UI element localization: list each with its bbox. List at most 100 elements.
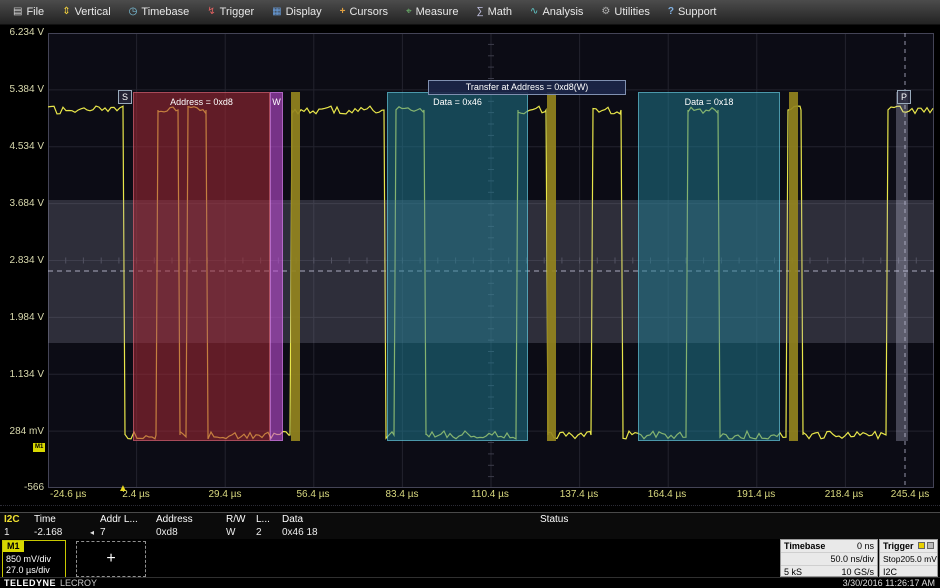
y-axis-label: 1.134 V: [0, 369, 44, 380]
x-axis-label: 83.4 µs: [385, 489, 418, 500]
x-axis-label: 29.4 µs: [208, 489, 241, 500]
timebase-panel[interactable]: Timebase 0 ns 50.0 ns/div 5 kS 10 GS/s: [780, 539, 878, 577]
col-len: L...: [252, 513, 278, 526]
y-axis-label: 284 mV: [0, 426, 44, 437]
decode-table: I2C Time Addr L... Address R/W L... Data…: [0, 512, 940, 539]
m1-vdiv: 850 mV/div: [6, 554, 51, 564]
decode-data1-label: Data = 0x46: [388, 97, 527, 107]
menu-measure-label: Measure: [416, 6, 459, 18]
menu-measure[interactable]: ⌖ Measure: [397, 3, 467, 21]
menu-trigger-label: Trigger: [220, 6, 254, 18]
y-axis-label: 4.534 V: [0, 141, 44, 152]
trigger-icons: [916, 540, 934, 552]
menu-analysis[interactable]: ∿ Analysis: [521, 3, 592, 21]
decode-address-label: Address = 0xd8: [134, 97, 269, 107]
menu-utilities[interactable]: ⚙ Utilities: [592, 3, 658, 21]
add-trace-button[interactable]: +: [76, 541, 146, 577]
decode-write-label: W: [271, 97, 282, 107]
decode-tooltip: Transfer at Address = 0xd8(W): [428, 80, 626, 95]
display-icon: ▦: [272, 7, 281, 17]
cell-data: 0x46 18: [278, 526, 536, 539]
decode-write-field[interactable]: W: [270, 92, 283, 441]
menu-file-label: File: [26, 6, 44, 18]
decode-address-field[interactable]: Address = 0xd8: [133, 92, 270, 441]
time-value: -2.168: [34, 526, 62, 539]
x-axis-label: 137.4 µs: [560, 489, 599, 500]
menu-timebase[interactable]: ◷ Timebase: [120, 3, 199, 21]
y-axis-label: 1.984 V: [0, 312, 44, 323]
timebase-scale: 50.0 ns/div: [830, 553, 874, 565]
cell-time: -2.168 ◂: [30, 526, 96, 539]
y-axis-label: -566: [0, 482, 44, 493]
menu-cursors[interactable]: + Cursors: [331, 3, 397, 21]
y-axis-label: 3.684 V: [0, 198, 44, 209]
decode-data1-field[interactable]: Data = 0x46: [387, 92, 528, 441]
cell-index: 1: [0, 526, 30, 539]
menu-support[interactable]: ? Support: [659, 3, 726, 21]
col-time: Time: [30, 513, 96, 526]
cursors-icon: +: [340, 7, 346, 17]
timebase-title: Timebase: [784, 540, 825, 552]
x-axis-label: 56.4 µs: [296, 489, 329, 500]
sort-marker-icon: ◂: [90, 526, 94, 539]
oscilloscope-app: ▤ File ⇕ Vertical ◷ Timebase ↯ Trigger ▦…: [0, 0, 940, 588]
menu-math-label: Math: [488, 6, 512, 18]
menu-cursors-label: Cursors: [349, 6, 388, 18]
measure-icon: ⌖: [406, 7, 412, 17]
timebase-scale-row: 50.0 ns/div: [781, 553, 877, 566]
col-status: Status: [536, 513, 940, 526]
stop-condition-marker: P: [897, 90, 911, 104]
m1-zero-marker[interactable]: M1: [33, 443, 45, 452]
plot-table-divider: [0, 505, 940, 506]
brand-lecroy: LECROY: [60, 578, 97, 588]
menu-timebase-label: Timebase: [141, 6, 189, 18]
utilities-icon: ⚙: [601, 7, 610, 17]
brand-teledyne: TELEDYNE: [4, 578, 56, 588]
menu-math[interactable]: ∑ Math: [467, 3, 521, 21]
y-axis-label: 5.384 V: [0, 84, 44, 95]
x-axis-label: 110.4 µs: [471, 489, 509, 500]
decode-data2-label: Data = 0x18: [639, 97, 779, 107]
x-axis-label: -24.6 µs: [50, 489, 86, 500]
menu-trigger[interactable]: ↯ Trigger: [198, 3, 263, 21]
menu-display[interactable]: ▦ Display: [263, 3, 331, 21]
menu-bar: ▤ File ⇕ Vertical ◷ Timebase ↯ Trigger ▦…: [0, 0, 940, 25]
timebase-title-row: Timebase 0 ns: [781, 540, 877, 553]
math-icon: ∑: [476, 7, 483, 17]
menu-vertical-label: Vertical: [75, 6, 111, 18]
decode-protocol-badge: I2C: [0, 513, 30, 526]
cell-status: [536, 526, 940, 539]
trigger-coupling-icon: [927, 542, 934, 549]
cell-addr-len: 7: [96, 526, 152, 539]
file-icon: ▤: [13, 7, 22, 17]
m1-trace-descriptor[interactable]: M1 850 mV/div 27.0 µs/div: [2, 540, 66, 578]
trigger-mode-row: Stop 205.0 mV: [880, 553, 937, 566]
cell-rw: W: [222, 526, 252, 539]
x-axis-label: 164.4 µs: [648, 489, 687, 500]
decode-ack-bar: [789, 92, 798, 441]
brand-logo: TELEDYNE LECROY: [4, 578, 97, 588]
menu-support-label: Support: [678, 6, 717, 18]
menu-file[interactable]: ▤ File: [4, 3, 53, 21]
menu-utilities-label: Utilities: [614, 6, 649, 18]
trigger-mode: Stop: [883, 553, 901, 565]
decode-data2-field[interactable]: Data = 0x18: [638, 92, 780, 441]
timebase-icon: ◷: [129, 7, 138, 17]
menu-display-label: Display: [286, 6, 322, 18]
trigger-icon: ↯: [207, 7, 215, 17]
x-axis-label: 191.4 µs: [737, 489, 776, 500]
table-row[interactable]: 1 -2.168 ◂ 7 0xd8 W 2 0x46 18: [0, 526, 940, 539]
menu-vertical[interactable]: ⇕ Vertical: [53, 3, 119, 21]
col-data: Data: [278, 513, 536, 526]
y-axis-label: 2.834 V: [0, 255, 44, 266]
analysis-icon: ∿: [530, 7, 538, 17]
decode-ack-bar: [547, 92, 556, 441]
waveform-display[interactable]: Address = 0xd8 W Data = 0x46 Data = 0x18…: [48, 33, 934, 488]
trigger-position-icon[interactable]: ▲: [118, 484, 128, 494]
menu-analysis-label: Analysis: [542, 6, 583, 18]
decode-table-header: I2C Time Addr L... Address R/W L... Data…: [0, 513, 940, 526]
x-axis-label: 245.4 µs: [891, 489, 930, 500]
x-axis-label: 218.4 µs: [825, 489, 864, 500]
trigger-panel[interactable]: Trigger Stop 205.0 mV I2C: [879, 539, 938, 577]
datetime: 3/30/2016 11:26:17 AM: [843, 578, 935, 588]
